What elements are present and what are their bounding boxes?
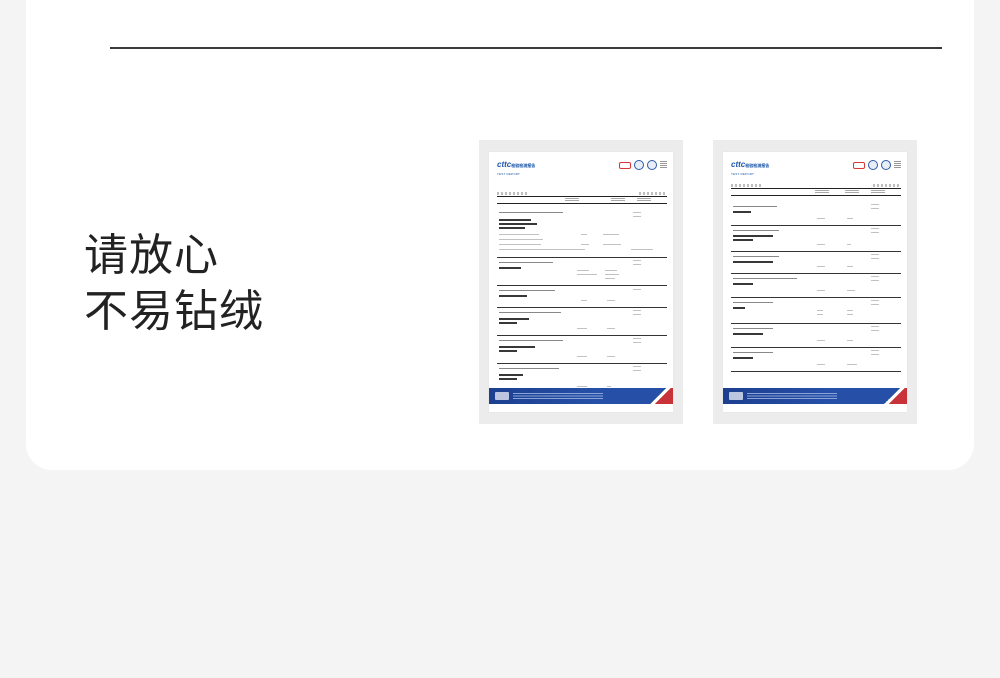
report-logo-text: cttc (731, 160, 746, 169)
cttc-logo: cttc检验检测报告 TEST REPORT (497, 160, 535, 179)
cttc-logo: cttc检验检测报告 TEST REPORT (731, 160, 769, 179)
report-sheet: cttc检验检测报告 TEST REPORT (723, 152, 907, 412)
report-row (731, 298, 901, 324)
report-logo-text: cttc (497, 160, 512, 169)
footer-logo-icon (495, 392, 509, 400)
headline-line-2: 不易钻绒 (84, 286, 264, 337)
report-sheet: cttc检验检测报告 TEST REPORT (489, 152, 673, 412)
cnas-number-icon (660, 161, 667, 169)
report-title: 检验检测报告 (745, 163, 770, 168)
cnas-badge-icon (881, 160, 891, 170)
report-column-header (731, 188, 901, 196)
report-subtitle: TEST REPORT (731, 172, 755, 176)
report-row (497, 286, 667, 308)
report-row (731, 252, 901, 274)
certification-badges (619, 160, 667, 170)
report-row (731, 348, 901, 372)
ilac-badge-icon (868, 160, 878, 170)
test-report-image-2: cttc检验检测报告 TEST REPORT (713, 140, 917, 424)
report-row (497, 210, 667, 258)
report-subtitle: TEST REPORT (497, 172, 521, 176)
report-row (497, 258, 667, 286)
report-meta (731, 184, 761, 187)
report-row (497, 336, 667, 364)
test-report-image-1: cttc检验检测报告 TEST REPORT (479, 140, 683, 424)
cma-badge-icon (853, 161, 865, 169)
report-row (731, 324, 901, 348)
report-column-header (497, 196, 667, 204)
report-footer (723, 388, 907, 404)
report-page-meta (873, 184, 901, 187)
cnas-number-icon (894, 161, 901, 169)
report-header: cttc检验检测报告 TEST REPORT (731, 160, 901, 178)
certification-badges (853, 160, 901, 170)
report-meta (497, 192, 527, 195)
headline: 请放心 不易钻绒 (84, 228, 264, 340)
report-header: cttc检验检测报告 TEST REPORT (497, 160, 667, 178)
ilac-badge-icon (634, 160, 644, 170)
report-page-meta (639, 192, 667, 195)
report-title: 检验检测报告 (511, 163, 536, 168)
report-row (497, 308, 667, 336)
footer-logo-icon (729, 392, 743, 400)
headline-line-1: 请放心 (84, 230, 219, 281)
report-row (731, 202, 901, 226)
report-row (731, 226, 901, 252)
cma-badge-icon (619, 161, 631, 169)
report-footer (489, 388, 673, 404)
cnas-badge-icon (647, 160, 657, 170)
divider-rule (110, 47, 942, 49)
report-row (731, 274, 901, 298)
